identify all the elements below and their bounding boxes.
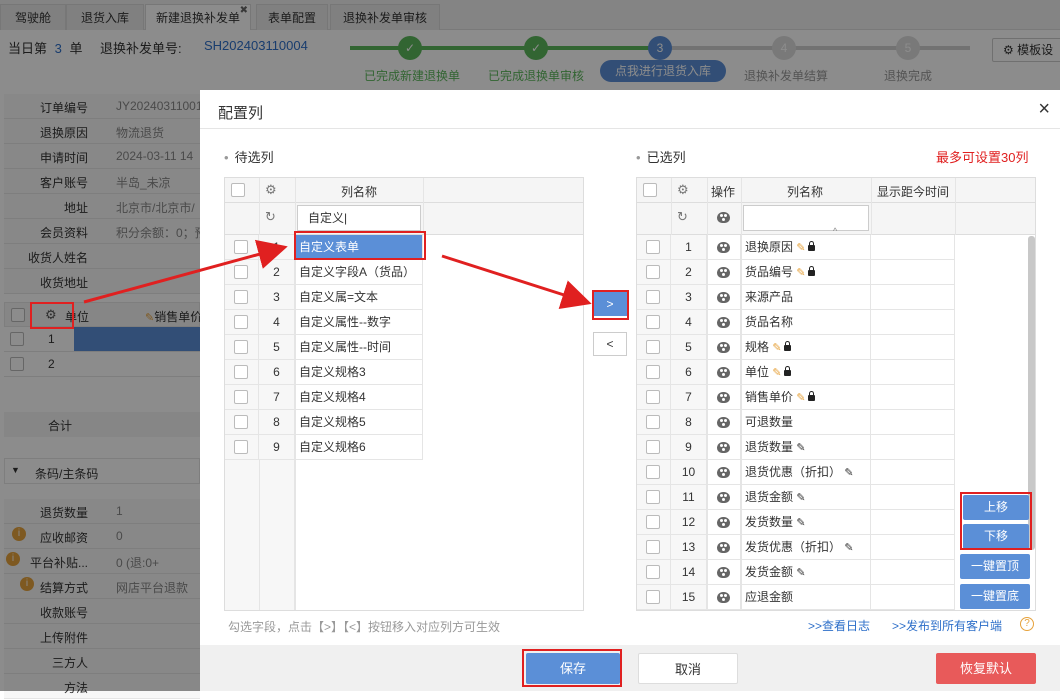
- arrow-gear-to-item: [83, 239, 288, 304]
- annotation-arrows: [83, 239, 592, 309]
- arrow-item-to-move: [441, 254, 592, 309]
